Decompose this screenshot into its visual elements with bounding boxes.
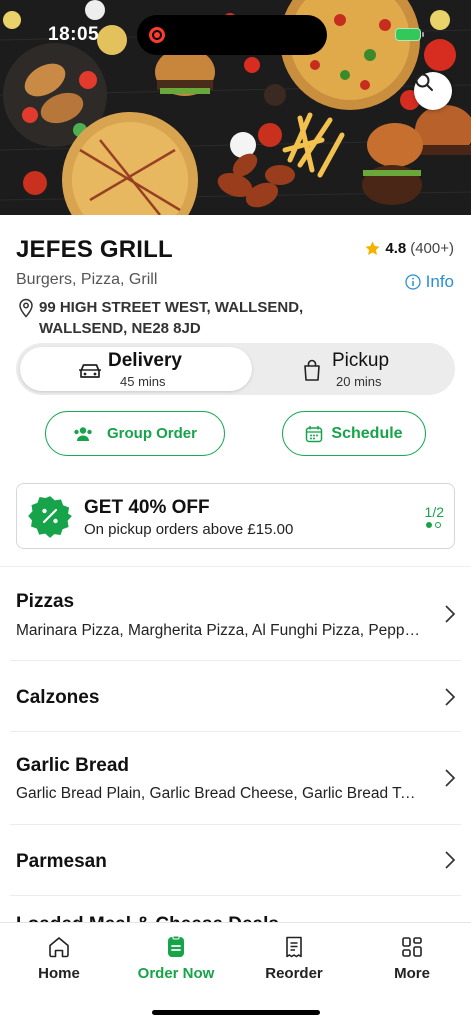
cuisine-text: Burgers, Pizza, Grill [16, 271, 158, 288]
nav-order-now-label: Order Now [137, 965, 215, 982]
divider [10, 660, 461, 661]
pickup-option[interactable]: Pickup 20 mins [256, 347, 451, 391]
schedule-label: Schedule [331, 424, 403, 442]
promo-dot-active [426, 522, 432, 528]
recording-icon [149, 27, 165, 43]
delivery-time: 45 mins [120, 374, 166, 389]
info-label: Info [425, 272, 454, 291]
rating-value: 4.8 [385, 240, 407, 257]
star-icon [365, 241, 380, 255]
group-order-label: Group Order [106, 425, 197, 442]
search-icon [415, 73, 433, 91]
delivery-label: Delivery [108, 350, 182, 371]
promo-title: GET 40% OFF [84, 497, 210, 518]
category-name: Calzones [16, 687, 100, 708]
category-row[interactable]: Calzones [0, 686, 471, 730]
shopping-bag-icon [304, 359, 320, 381]
divider [10, 731, 461, 732]
receipt-icon [286, 936, 302, 958]
info-icon [404, 274, 421, 290]
promo-pager: 1/2 [424, 504, 444, 520]
chevron-right-icon [445, 605, 456, 623]
category-name: Parmesan [16, 851, 107, 872]
battery-icon [395, 28, 424, 41]
divider [10, 824, 461, 825]
nav-more-label: More [394, 965, 430, 982]
category-row[interactable]: Garlic Bread Garlic Bread Plain, Garlic … [0, 754, 471, 824]
pickup-time: 20 mins [336, 374, 382, 389]
grid-icon [402, 937, 422, 957]
dynamic-island [137, 15, 327, 55]
order-type-toggle: Delivery 45 mins Pickup 20 mins [16, 343, 455, 395]
bottom-nav: Home Order Now Reorder More [0, 922, 471, 1024]
promo-dot [435, 522, 441, 528]
restaurant-name: JEFES GRILL [16, 236, 173, 263]
nav-home-label: Home [38, 965, 80, 982]
info-link[interactable]: Info [404, 272, 454, 292]
delivery-option[interactable]: Delivery 45 mins [20, 347, 252, 391]
address-text: 99 HIGH STREET WEST, WALLSEND, WALLSEND,… [39, 299, 304, 337]
rating-count: (400+) [410, 240, 454, 257]
home-indicator [152, 1010, 320, 1015]
nav-order-now[interactable]: Order Now [117, 935, 235, 982]
category-items: Marinara Pizza, Margherita Pizza, Al Fun… [16, 622, 421, 639]
home-icon [49, 937, 69, 958]
section-divider [0, 566, 471, 567]
calendar-icon [306, 425, 323, 442]
nav-reorder[interactable]: Reorder [235, 935, 353, 982]
pickup-label: Pickup [332, 350, 390, 371]
category-name: Garlic Bread [16, 755, 129, 776]
order-icon [168, 935, 184, 957]
discount-badge-icon [28, 496, 72, 538]
nav-home[interactable]: Home [0, 935, 118, 982]
search-button[interactable] [414, 72, 452, 110]
nav-more[interactable]: More [353, 935, 471, 982]
status-time: 18:05 [48, 24, 100, 45]
category-row[interactable]: Pizzas Marinara Pizza, Margherita Pizza,… [0, 590, 471, 660]
address: 99 HIGH STREET WEST, WALLSEND, WALLSEND,… [18, 297, 378, 339]
promo-description: On pickup orders above £15.00 [84, 521, 294, 538]
chevron-right-icon [445, 851, 456, 869]
rating: 4.8 (400+) [364, 240, 454, 257]
promo-dots [426, 522, 441, 528]
divider [10, 895, 461, 896]
location-pin-icon [19, 298, 33, 318]
promo-card[interactable]: GET 40% OFF On pickup orders above £15.0… [16, 483, 455, 549]
category-row[interactable]: Parmesan [0, 850, 471, 894]
category-name: Pizzas [16, 591, 75, 612]
group-icon [74, 426, 92, 441]
category-items: Garlic Bread Plain, Garlic Bread Cheese,… [16, 785, 421, 802]
group-order-button[interactable]: Group Order [45, 411, 225, 456]
schedule-button[interactable]: Schedule [282, 411, 426, 456]
chevron-right-icon [445, 769, 456, 787]
chevron-right-icon [445, 688, 456, 706]
hero-banner: 18:05 [0, 0, 471, 215]
nav-reorder-label: Reorder [265, 965, 323, 982]
car-icon [79, 364, 101, 378]
